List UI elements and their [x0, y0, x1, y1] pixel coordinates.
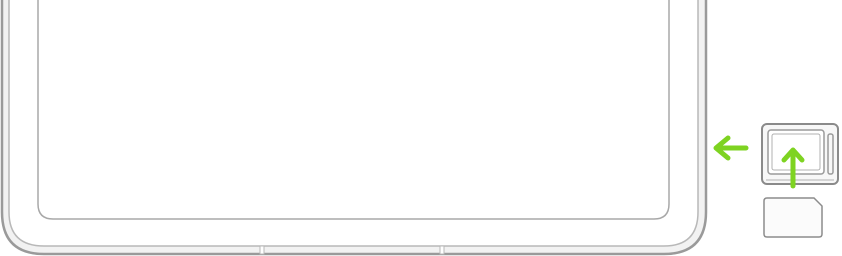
device-screen	[37, 0, 670, 220]
sim-tray	[761, 123, 839, 185]
arrow-left-icon	[713, 135, 749, 161]
bottom-antenna-line-left	[259, 245, 265, 255]
ipad-device	[0, 0, 708, 256]
bottom-antenna-line-right	[439, 245, 445, 255]
sim-card	[763, 197, 823, 238]
sim-install-diagram	[0, 0, 839, 256]
